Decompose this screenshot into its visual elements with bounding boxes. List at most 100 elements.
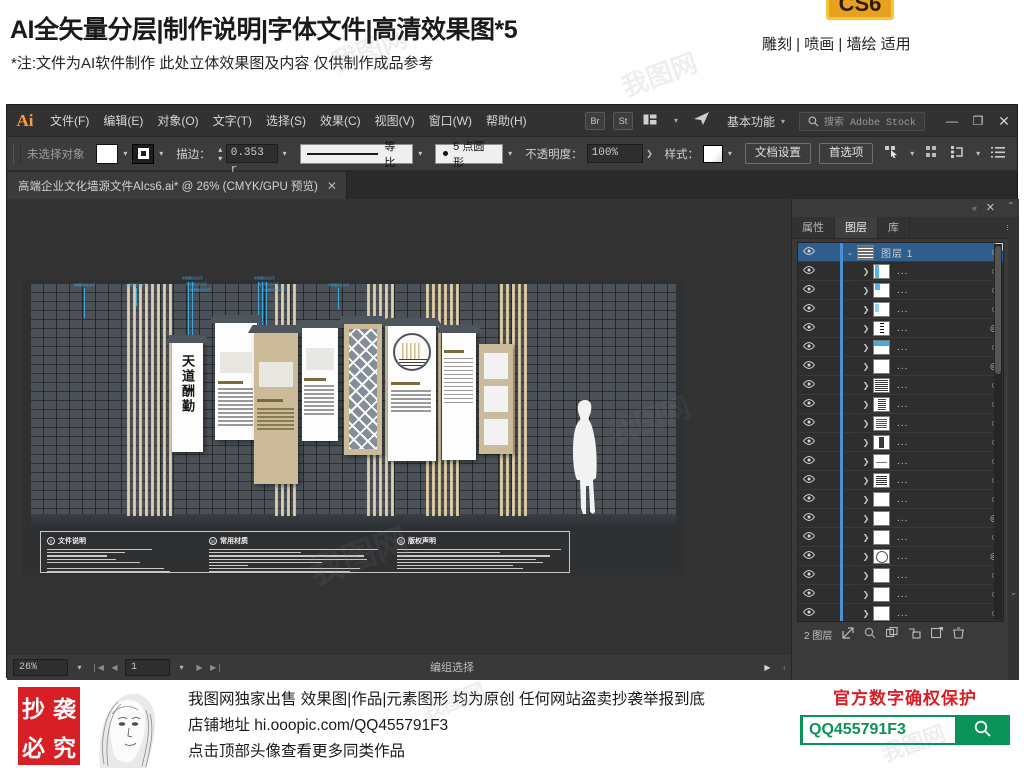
eye-icon[interactable] <box>798 475 820 485</box>
layer-row[interactable]: ❯...○ <box>798 280 1003 300</box>
eye-icon[interactable] <box>798 247 820 257</box>
menu-window[interactable]: 窗口(W) <box>422 105 479 137</box>
layer-row[interactable]: ❯...○ <box>798 489 1003 509</box>
collapse-panels-icon[interactable]: « <box>972 203 977 213</box>
menu-object[interactable]: 对象(O) <box>150 105 205 137</box>
layer-name[interactable]: ... <box>890 380 985 391</box>
layer-name[interactable]: ... <box>890 342 985 353</box>
layer-row[interactable]: ❯...○ <box>798 261 1003 281</box>
layer-row[interactable]: ❯...○ <box>798 451 1003 471</box>
chevron-right-icon[interactable]: ❯ <box>859 419 873 428</box>
scroll-up-icon[interactable]: ⌃ <box>1007 201 1015 212</box>
chevron-right-icon[interactable]: ❯ <box>859 400 873 409</box>
layer-row[interactable]: ❯...○ <box>798 584 1003 604</box>
eye-icon[interactable] <box>798 418 820 428</box>
layer-name[interactable]: ... <box>890 437 985 448</box>
avatar[interactable] <box>88 684 160 768</box>
chevron-right-icon[interactable]: ❯ <box>859 590 873 599</box>
close-icon[interactable]: ✕ <box>327 179 337 193</box>
layer-row[interactable]: ⌄图层 1○ <box>798 243 1003 262</box>
layer-name[interactable]: ... <box>890 418 985 429</box>
align-icon[interactable] <box>921 144 943 164</box>
layer-name[interactable]: ... <box>890 532 985 543</box>
chevron-right-icon[interactable]: ❯ <box>859 362 873 371</box>
eye-icon[interactable] <box>798 494 820 504</box>
close-panel-icon[interactable]: ✕ <box>986 201 995 214</box>
fill-color-swatch[interactable] <box>96 143 119 164</box>
profile-chevron-down-icon[interactable]: ▾ <box>413 144 427 164</box>
minimize-button[interactable]: — <box>939 111 965 131</box>
layer-name[interactable]: 图层 1 <box>874 245 985 260</box>
layer-name[interactable]: ... <box>890 285 985 296</box>
chevron-right-icon[interactable]: ❯ <box>859 476 873 485</box>
arrange-documents-icon[interactable] <box>639 111 661 131</box>
chevron-right-icon[interactable]: ❯ <box>859 571 873 580</box>
layer-name[interactable]: ... <box>890 608 985 619</box>
behance-share-icon[interactable] <box>691 111 713 131</box>
menu-file[interactable]: 文件(F) <box>43 105 96 137</box>
layer-name[interactable]: ... <box>890 456 985 467</box>
artboard[interactable]: 效果图标注文字 效果图标注文字 效果图标注文字 效果图标注文字 效果图标注文字 … <box>22 276 685 575</box>
eye-icon[interactable] <box>798 456 820 466</box>
chevron-right-icon[interactable]: ❯ <box>859 267 873 276</box>
eye-icon[interactable] <box>798 570 820 580</box>
layer-name[interactable]: ... <box>890 494 985 505</box>
tab-layers[interactable]: 图层 <box>835 217 878 238</box>
chevron-right-icon[interactable]: ❯ <box>859 438 873 447</box>
menu-effect[interactable]: 效果(C) <box>313 105 368 137</box>
layer-row[interactable]: ❯...○ <box>798 413 1003 433</box>
dock-scrollbar[interactable]: ⌄ <box>1008 217 1019 680</box>
trash-icon[interactable] <box>953 626 965 642</box>
stroke-weight-field[interactable]: 0.353 r <box>225 144 278 176</box>
select-similar-icon[interactable] <box>881 144 903 164</box>
eye-icon[interactable] <box>798 513 820 523</box>
eye-icon[interactable] <box>798 589 820 599</box>
chevron-right-icon[interactable]: ❯ <box>859 324 873 333</box>
chevron-right-icon[interactable]: ❯ <box>859 495 873 504</box>
next-artboard-button[interactable]: ▶ <box>193 663 206 672</box>
preferences-button[interactable]: 首选项 <box>818 143 874 164</box>
opacity-field[interactable]: 100% <box>586 144 643 163</box>
layer-row[interactable]: ❯...○ <box>798 603 1003 621</box>
brush-definition[interactable]: 5 点圆形 <box>435 141 504 169</box>
search-icon[interactable] <box>864 627 876 642</box>
layer-name[interactable]: ... <box>890 323 985 334</box>
eye-icon[interactable] <box>798 399 820 409</box>
content-panel[interactable] <box>209 315 263 440</box>
layer-row[interactable]: ❯...◎ <box>798 356 1003 376</box>
variable-width-profile[interactable]: 等比 <box>299 141 414 169</box>
layer-name[interactable]: ... <box>890 475 985 486</box>
stock-search-input[interactable]: 搜索 Adobe Stock <box>798 111 925 131</box>
menu-select[interactable]: 选择(S) <box>259 105 313 137</box>
copyright-search-bar[interactable]: QQ455791F3 <box>800 715 1010 745</box>
chevron-right-icon[interactable]: ❯ <box>859 286 873 295</box>
chevron-right-icon[interactable]: ❯ <box>859 552 873 561</box>
stroke-color-swatch[interactable] <box>132 143 155 164</box>
artboard-number-field[interactable]: 1 <box>125 658 170 676</box>
select-similar-chevron-down-icon[interactable]: ▾ <box>905 144 919 164</box>
layer-name[interactable]: ... <box>890 570 985 581</box>
zoom-chevron-down-icon[interactable]: ▾ <box>72 659 87 676</box>
chevron-right-icon[interactable]: ❯ <box>859 457 873 466</box>
eye-icon[interactable] <box>798 285 820 295</box>
frame-panel[interactable] <box>479 344 513 454</box>
layer-row[interactable]: ❯...○ <box>798 299 1003 319</box>
chevron-right-icon[interactable]: ❯ <box>859 381 873 390</box>
first-artboard-button[interactable]: ❘◀ <box>91 663 104 672</box>
layer-row[interactable]: ❯...○ <box>798 470 1003 490</box>
release-to-layers-icon[interactable] <box>908 627 921 642</box>
eye-icon[interactable] <box>798 304 820 314</box>
eye-icon[interactable] <box>798 551 820 561</box>
layer-row[interactable]: ❯...◎ <box>798 546 1003 566</box>
new-sublayer-icon[interactable] <box>886 626 898 642</box>
eye-icon[interactable] <box>798 342 820 352</box>
status-play-button[interactable]: ▶ <box>761 663 774 672</box>
tab-libraries[interactable]: 库 <box>878 217 910 238</box>
content-panel[interactable] <box>436 325 482 460</box>
layer-row[interactable]: ❯...○ <box>798 432 1003 452</box>
layer-name[interactable]: ... <box>890 551 985 562</box>
new-layer-icon[interactable] <box>931 626 944 642</box>
layer-name[interactable]: ... <box>890 266 985 277</box>
close-button[interactable]: ✕ <box>991 111 1017 131</box>
calligraphy-panel[interactable]: 天道酬勤 <box>166 335 209 452</box>
